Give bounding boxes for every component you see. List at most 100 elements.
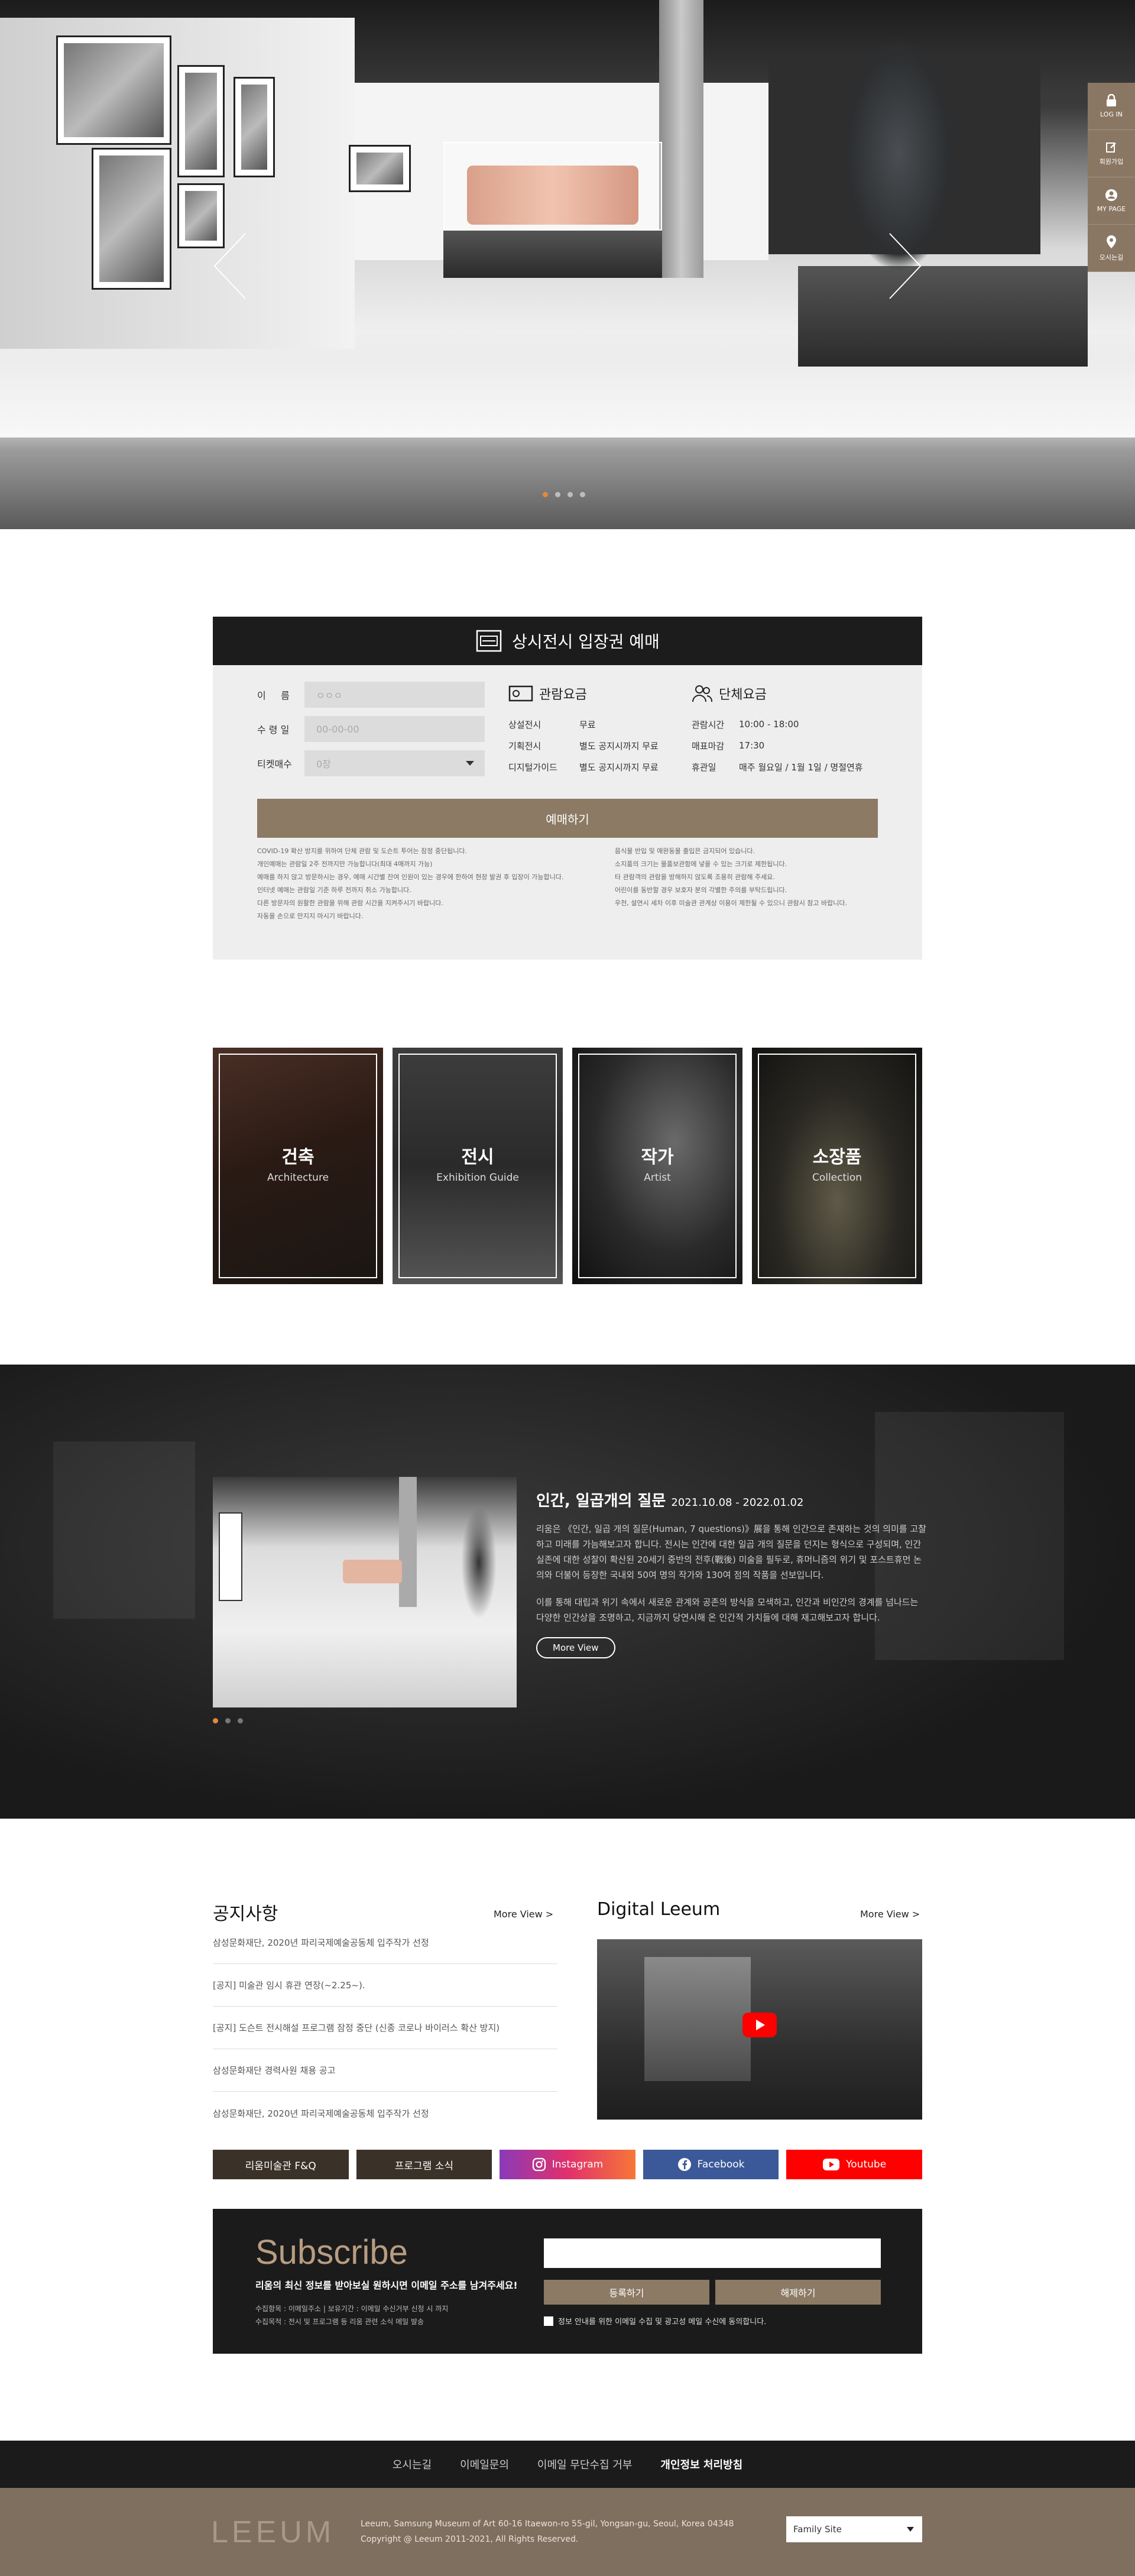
ticket-icon	[476, 630, 502, 652]
agree-checkbox[interactable]	[544, 2316, 553, 2326]
pagination-dot[interactable]	[580, 492, 585, 497]
notice-line: COVID-19 확산 방지를 위하여 단체 관람 및 도슨트 투어는 잠정 중…	[257, 847, 467, 855]
leeum-logo[interactable]: LEEUM	[211, 2515, 335, 2550]
notice-line: 타 관람객의 관람을 방해하지 않도록 조용히 관람해 주세요.	[615, 873, 775, 881]
user-icon	[1105, 189, 1117, 201]
hero-photo-column	[659, 0, 703, 278]
footer-link[interactable]: 오시는길	[393, 2457, 432, 2472]
notice-item[interactable]: 삼성문화재단 경력사원 채용 공고	[213, 2049, 557, 2092]
exhibition-description: 이를 통해 대립과 위기 속에서 새로운 관계와 공존의 방식을 모색하고, 인…	[536, 1597, 919, 1623]
notice-item[interactable]: [공지] 미술관 임시 휴관 연장(~2.25~).	[213, 1964, 557, 2007]
pagination-dot[interactable]	[555, 492, 560, 497]
digital-more-link[interactable]: More View >	[860, 1908, 920, 1920]
program-news-button[interactable]: 프로그램 소식	[356, 2150, 492, 2179]
login-button[interactable]: LOG IN	[1088, 83, 1135, 130]
hero-photo-artwork	[177, 65, 225, 177]
ticket-count-select[interactable]: 0장	[304, 750, 485, 776]
hero-slider	[0, 0, 1135, 529]
facebook-button[interactable]: Facebook	[643, 2150, 779, 2179]
hero-prev-arrow-icon[interactable]	[210, 231, 251, 302]
pagination-dot[interactable]	[238, 1718, 243, 1723]
card-subtitle: Exhibition Guide	[436, 1172, 519, 1184]
notice-item[interactable]: [공지] 도슨트 전시해설 프로그램 잠정 중단 (신종 코로나 바이러스 확산…	[213, 2007, 557, 2049]
signup-button[interactable]: 회원가입	[1088, 130, 1135, 177]
image-column	[399, 1477, 417, 1607]
fee-heading: 관람요금	[508, 682, 659, 705]
subscribe-panel: Subscribe 리움의 최신 정보를 받아보실 원하시면 이메일 주소를 남…	[213, 2209, 922, 2354]
exhibition-info: 인간, 일곱개의 질문 2021.10.08 - 2022.01.02 리움은 …	[536, 1489, 926, 1658]
footer-copyright: Copyright @ Leeum 2011-2021, All Rights …	[361, 2535, 579, 2544]
exhibition-pagination[interactable]	[213, 1718, 243, 1723]
ticket-fee-icon	[508, 685, 533, 702]
subscribe-description: 리움의 최신 정보를 받아보실 원하시면 이메일 주소를 남겨주세요!	[255, 2280, 518, 2291]
exhibition-image[interactable]	[213, 1477, 517, 1707]
card-exhibition[interactable]: 전시 Exhibition Guide	[393, 1048, 563, 1284]
name-input[interactable]: ㅇㅇㅇ	[304, 682, 485, 708]
hours-row: 휴관일 매주 월요일 / 1월 1일 / 명절연휴	[692, 756, 863, 777]
footer-link[interactable]: 개인정보 처리방침	[660, 2457, 742, 2472]
fee-title: 관람요금	[539, 688, 587, 702]
quick-menu: LOG IN 회원가입 MY PAGE 오시는길	[1088, 83, 1135, 272]
hero-pagination[interactable]	[543, 492, 585, 497]
card-artist[interactable]: 작가 Artist	[572, 1048, 742, 1284]
hero-photo-sculpture	[467, 166, 638, 225]
directions-button[interactable]: 오시는길	[1088, 225, 1135, 272]
card-collection[interactable]: 소장품 Collection	[752, 1048, 922, 1284]
exhibition-description: 리움은 《인간, 일곱 개의 질문(Human, 7 questions)》展을…	[536, 1524, 926, 1580]
ticket-title: 상시전시 입장권 예매	[512, 632, 660, 652]
agree-row: 정보 안내를 위한 이메일 수집 및 광고성 메일 수신에 동의합니다.	[544, 2315, 766, 2326]
pagination-dot[interactable]	[568, 492, 573, 497]
notices-more-link[interactable]: More View >	[494, 1908, 553, 1920]
signup-label: 회원가입	[1099, 157, 1124, 166]
subscribe-title: Subscribe	[255, 2233, 408, 2272]
card-title: 건축	[281, 1147, 314, 1168]
pagination-dot[interactable]	[225, 1718, 231, 1723]
fee-key: 상설전시	[508, 719, 541, 730]
youtube-play-icon[interactable]	[742, 2013, 777, 2037]
footer-address: Leeum, Samsung Museum of Art 60-16 Itaew…	[361, 2519, 734, 2529]
mypage-button[interactable]: MY PAGE	[1088, 177, 1135, 225]
group-title: 단체요금	[719, 688, 767, 702]
notice-right: 음식물 반입 및 애완동물 출입은 금지되어 있습니다. 소지품의 크기는 물품…	[615, 845, 904, 910]
image-statue	[461, 1506, 497, 1619]
notice-line: 음식물 반입 및 애완동물 출입은 금지되어 있습니다.	[615, 847, 755, 855]
faq-button[interactable]: 리움미술관 F&Q	[213, 2150, 349, 2179]
family-site-select[interactable]: Family Site	[786, 2516, 922, 2542]
hours-key: 휴관일	[692, 762, 716, 773]
notice-line: 예매를 하지 않고 방문하시는 경우, 예매 시간별 잔여 인원이 있는 경우에…	[257, 873, 564, 881]
background-blur-shape	[53, 1441, 195, 1619]
subscribe-button[interactable]: 등록하기	[544, 2280, 709, 2305]
instagram-button[interactable]: Instagram	[500, 2150, 635, 2179]
hero-next-arrow-icon[interactable]	[884, 231, 925, 302]
facebook-label: Facebook	[697, 2159, 745, 2170]
hero-photo-pedestal	[443, 231, 662, 278]
image-artwork	[219, 1512, 242, 1601]
ticket-header: 상시전시 입장권 예매	[213, 617, 922, 665]
email-input[interactable]	[544, 2238, 881, 2268]
exhibition-date: 2021.10.08 - 2022.01.02	[671, 1496, 804, 1509]
book-button[interactable]: 예매하기	[257, 799, 878, 838]
card-architecture[interactable]: 건축 Architecture	[213, 1048, 383, 1284]
card-title: 전시	[461, 1147, 494, 1168]
link-buttons: 리움미술관 F&Q 프로그램 소식 Instagram Facebook You…	[213, 2150, 922, 2179]
footer-link[interactable]: 이메일 무단수집 거부	[537, 2457, 632, 2472]
ticket-count-value: 0장	[316, 759, 331, 770]
date-input[interactable]: 00-00-00	[304, 716, 485, 742]
footer-info: Leeum, Samsung Museum of Art 60-16 Itaew…	[361, 2516, 734, 2547]
youtube-button[interactable]: Youtube	[786, 2150, 922, 2179]
footer-link[interactable]: 이메일문의	[460, 2457, 509, 2472]
exhibition-more-button[interactable]: More View	[536, 1637, 615, 1658]
notice-item[interactable]: 삼성문화재단, 2020년 파리국제예술공동체 입주작가 선정	[213, 2092, 557, 2134]
video-frame-window	[644, 1957, 751, 2081]
notice-line: 개인예매는 관람일 2주 전까지만 가능합니다(최대 4매까지 가능)	[257, 860, 433, 868]
exhibition-title: 인간, 일곱개의 질문	[536, 1492, 666, 1510]
unsubscribe-button[interactable]: 해제하기	[715, 2280, 881, 2305]
chevron-down-icon	[907, 2527, 914, 2532]
pagination-dot[interactable]	[213, 1718, 218, 1723]
notice-left: COVID-19 확산 방지를 위하여 단체 관람 및 도슨트 투어는 잠정 중…	[257, 845, 588, 923]
fee-value: 별도 공지시까지 무료	[579, 762, 659, 773]
fee-key: 디지털가이드	[508, 762, 557, 773]
notice-item[interactable]: 삼성문화재단, 2020년 파리국제예술공동체 입주작가 선정	[213, 1922, 557, 1964]
video-player[interactable]	[597, 1939, 922, 2120]
pagination-dot[interactable]	[543, 492, 548, 497]
